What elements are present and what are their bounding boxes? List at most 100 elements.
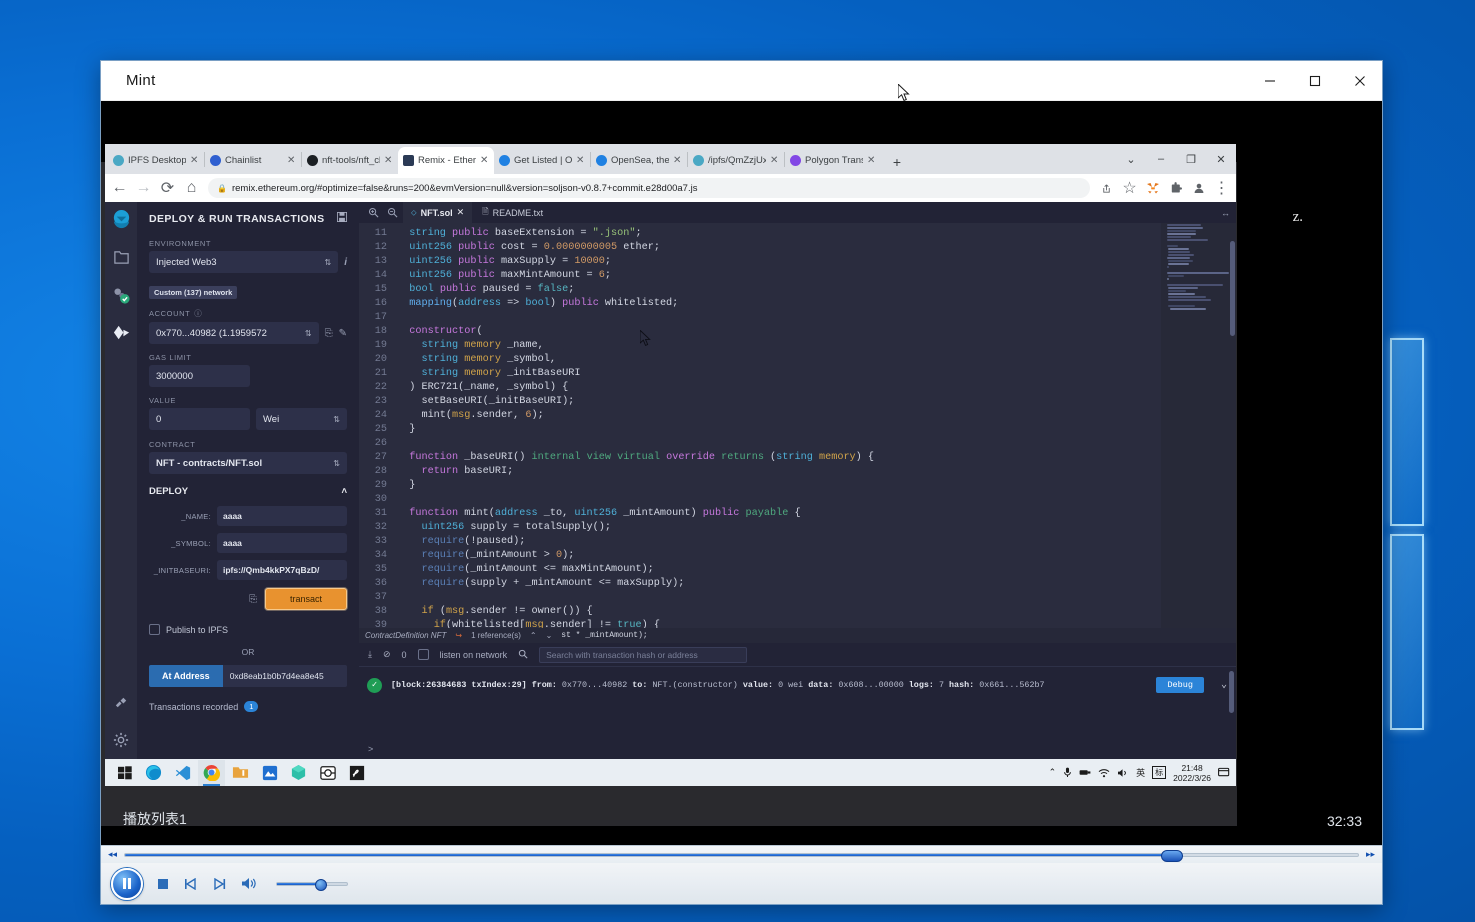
transaction-log-row[interactable]: ✓ [block:26384683 txIndex:29] from: 0x77…	[359, 667, 1236, 693]
tab-close-icon[interactable]: ✕	[770, 155, 779, 166]
tab-close-icon[interactable]: ✕	[673, 155, 682, 166]
publish-ipfs-row[interactable]: Publish to IPFS	[149, 624, 347, 635]
references-count[interactable]: 1 reference(s)	[471, 631, 521, 640]
name-input[interactable]: aaaa	[217, 506, 347, 526]
close-button[interactable]	[1337, 61, 1382, 101]
deploy-run-icon[interactable]	[110, 322, 132, 344]
editor-tab-readme[interactable]: 🗎 README.txt	[474, 202, 551, 223]
vscode-icon[interactable]	[169, 760, 196, 786]
volume-slider[interactable]	[276, 878, 348, 891]
home-icon[interactable]: ⌂	[184, 179, 199, 197]
folder-icon[interactable]	[227, 760, 254, 786]
metamask-icon[interactable]	[1145, 182, 1160, 194]
clock[interactable]: 21:48 2022/3/26	[1173, 763, 1211, 783]
settings-icon[interactable]	[110, 729, 132, 751]
deploy-section-header[interactable]: DEPLOY ˄	[149, 486, 347, 497]
value-unit-select[interactable]: Wei ⇅	[256, 408, 347, 430]
browser-tab-2[interactable]: nft-tools/nft_cl ✕	[302, 147, 398, 174]
zoom-out-icon[interactable]	[384, 207, 401, 218]
browser-tab-1[interactable]: Chainlist ✕	[205, 147, 301, 174]
next-button[interactable]	[212, 877, 227, 890]
tab-close-icon[interactable]: ✕	[867, 155, 876, 166]
usb-icon[interactable]	[1079, 768, 1091, 777]
browser-close-button[interactable]: ✕	[1206, 144, 1236, 174]
browser-tab-7[interactable]: Polygon Transa ✕	[785, 147, 881, 174]
back-icon[interactable]: ←	[112, 179, 128, 197]
tab-close-icon[interactable]: ✕	[576, 155, 585, 166]
at-address-input[interactable]: 0xd8eab1b0b7d4ea8e45	[222, 665, 347, 687]
browser-tab-5[interactable]: OpenSea, the la ✕	[591, 147, 687, 174]
ipfs-icon[interactable]	[285, 760, 312, 786]
editor-tab-nft-sol[interactable]: ⬦ NFT.sol ✕	[403, 202, 473, 223]
file-explorer-icon[interactable]	[110, 246, 132, 268]
fast-forward-icon[interactable]: ▸▸	[1359, 849, 1382, 860]
extensions-icon[interactable]	[1168, 182, 1183, 194]
collapse-terminal-icon[interactable]: ⤓	[368, 649, 372, 660]
copy-icon[interactable]: ⎘	[249, 594, 257, 605]
editor-minimap[interactable]	[1161, 223, 1236, 628]
goto-reference-icon[interactable]: ↪	[455, 631, 462, 640]
debug-button[interactable]: Debug	[1156, 677, 1204, 693]
new-tab-button[interactable]: +	[885, 150, 909, 174]
volume-thumb[interactable]	[314, 878, 327, 891]
zoom-in-icon[interactable]	[365, 207, 382, 218]
seek-thumb[interactable]	[1160, 849, 1183, 862]
rewind-icon[interactable]: ◂◂	[101, 849, 124, 860]
maximize-button[interactable]	[1292, 61, 1337, 101]
acrobat-icon[interactable]	[343, 760, 370, 786]
windows-start-icon[interactable]	[111, 760, 138, 786]
listen-on-network-checkbox[interactable]	[417, 649, 429, 660]
browser-tab-3-remix[interactable]: Remix - Ethereu ✕	[398, 147, 494, 174]
transactions-recorded-row[interactable]: Transactions recorded 1	[149, 701, 347, 712]
publish-ipfs-checkbox[interactable]	[149, 624, 160, 635]
remix-logo-icon[interactable]	[110, 208, 132, 230]
bookmark-icon[interactable]: ☆	[1122, 178, 1137, 198]
expand-log-icon[interactable]: ⌄	[1221, 679, 1227, 691]
browser-menu-icon[interactable]: ⋮	[1214, 178, 1230, 198]
browser-tab-0[interactable]: IPFS Desktop | I ✕	[108, 147, 204, 174]
terminal-scrollbar[interactable]	[1229, 671, 1234, 713]
address-bar[interactable]: 🔒 remix.ethereum.org/#optimize=false&run…	[208, 178, 1090, 198]
seek-slider[interactable]	[124, 849, 1359, 862]
edge-icon[interactable]	[140, 760, 167, 786]
previous-button[interactable]	[183, 877, 198, 890]
stop-button[interactable]	[157, 878, 169, 890]
editor-scrollbar[interactable]	[1230, 223, 1235, 628]
clear-console-icon[interactable]: ⊘	[383, 649, 391, 660]
environment-select[interactable]: Injected Web3 ⇅	[149, 251, 339, 273]
code-lines[interactable]: 11 string public baseExtension = ".json"…	[359, 223, 1161, 628]
notification-icon[interactable]	[1218, 767, 1230, 778]
transact-button[interactable]: transact	[264, 588, 347, 610]
volume-icon[interactable]	[1117, 768, 1129, 778]
prev-reference-icon[interactable]: ⌃	[530, 631, 537, 640]
plugin-manager-icon[interactable]	[110, 691, 132, 713]
browser-tab-4[interactable]: Get Listed | Ope ✕	[494, 147, 590, 174]
next-reference-icon[interactable]: ⌄	[546, 631, 553, 640]
ime-indicator[interactable]: 英	[1136, 766, 1145, 779]
browser-maximize-button[interactable]: ❐	[1176, 144, 1206, 174]
terminal-prompt-chevron[interactable]: >	[368, 744, 373, 754]
save-icon[interactable]	[337, 212, 347, 225]
initbaseuri-input[interactable]: ipfs://Qmb4kkPX7qBzD/	[217, 560, 347, 580]
tab-close-icon[interactable]: ✕	[190, 155, 199, 166]
terminal-output[interactable]: ✓ [block:26384683 txIndex:29] from: 0x77…	[359, 667, 1236, 759]
chevron-up-icon[interactable]: ˄	[341, 486, 347, 497]
environment-info-icon[interactable]: i	[344, 257, 347, 268]
copy-account-icon[interactable]: ⎘	[325, 328, 333, 339]
wifi-icon[interactable]	[1098, 768, 1110, 778]
share-icon[interactable]	[1099, 183, 1114, 194]
account-info-icon[interactable]: ⓘ	[194, 308, 202, 319]
chrome-icon[interactable]	[198, 759, 225, 786]
at-address-button[interactable]: At Address	[149, 665, 223, 687]
editor-tab-close-icon[interactable]: ✕	[457, 207, 465, 218]
profile-icon[interactable]	[1191, 182, 1206, 194]
app-blue-icon[interactable]	[256, 760, 283, 786]
symbol-input[interactable]: aaaa	[217, 533, 347, 553]
tab-close-icon[interactable]: ✕	[480, 155, 489, 166]
pause-button[interactable]	[111, 867, 143, 900]
volume-button[interactable]	[241, 877, 258, 890]
tab-close-icon[interactable]: ✕	[287, 155, 296, 166]
tab-search-icon[interactable]: ⌄	[1116, 144, 1146, 174]
sign-message-icon[interactable]: ✎	[339, 328, 347, 339]
browser-minimize-button[interactable]: –	[1146, 144, 1176, 174]
